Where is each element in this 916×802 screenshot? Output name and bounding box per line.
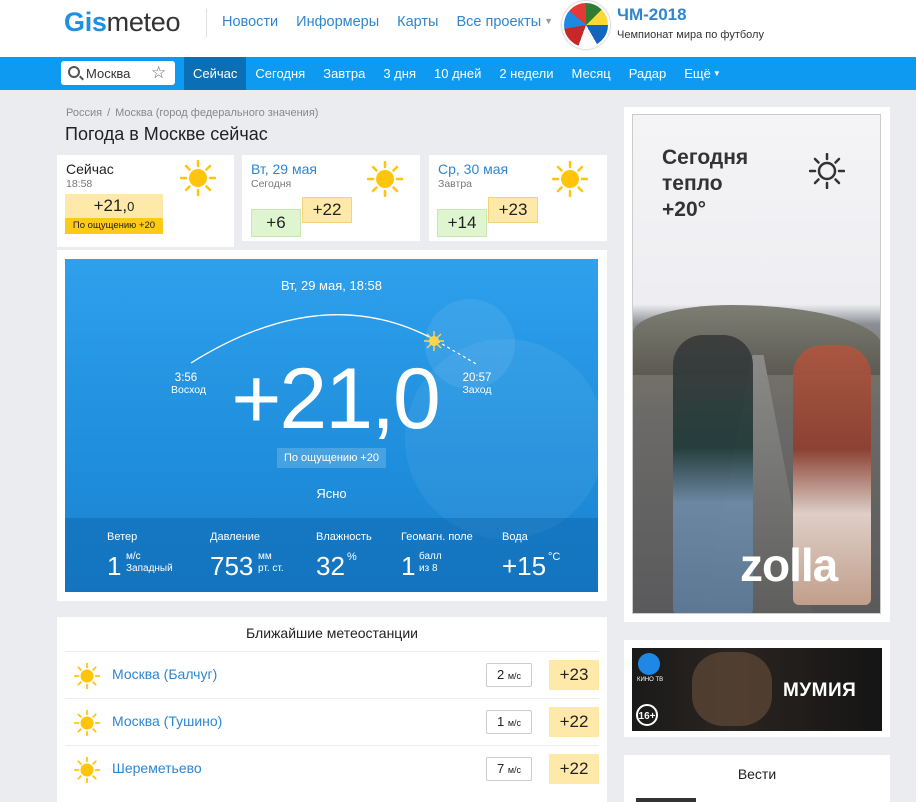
nav-link-news[interactable]: Новости [222,14,278,30]
station-row[interactable]: Москва (Балчуг) 2 м/с +23 [65,651,599,699]
station-row[interactable]: Москва (Тушино) 1 м/с +22 [65,698,599,746]
station-wind: 2 м/с [486,663,532,687]
station-temp: +22 [549,707,599,737]
chevron-down-icon: ▼ [712,69,721,78]
sun-icon [74,757,100,783]
news-thumbnail[interactable] [636,798,696,802]
weather-condition: Ясно [316,486,347,501]
zolla-logo: zolla [740,539,838,591]
forecast-tabs: Сейчас Сегодня Завтра 3 дня 10 дней 2 не… [184,57,730,90]
now-card-title: Сейчас [66,161,114,177]
tomorrow-card-subtitle: Завтра [438,178,473,190]
station-temp: +22 [549,754,599,784]
feels-like: По ощущению +20 [277,448,386,468]
world-cup-link[interactable]: ЧМ-2018 [617,5,687,25]
movie-title: МУМИЯ [783,680,857,701]
sun-icon [180,160,216,196]
geomagnetic-value: 1 [401,551,416,581]
weather-stats: Ветер 1 м/с Западный Давление 753 мм рт. с… [65,518,598,592]
now-card-time: 18:58 [66,178,93,190]
tab-now[interactable]: Сейчас [184,57,247,90]
today-card-subtitle: Сегодня [251,178,292,190]
nav-link-all-projects[interactable]: Все проекты ▼ [456,14,553,30]
water-value: +15 [502,551,547,581]
sun-icon [74,663,100,689]
station-row[interactable]: Шереметьево 7 м/с +22 [65,745,599,793]
stat-humidity: Влажность 32 % [316,531,372,581]
site-header: Gismeteo Новости Информеры Карты Все про… [0,0,916,57]
news-widget-title[interactable]: Вести [624,766,890,782]
pressure-value: 753 [210,551,254,581]
stations-header: Ближайшие метеостанции [246,625,418,641]
today-min-temp: +6 [251,209,301,237]
search-box: ☆ [61,61,175,85]
current-temperature: +21,0 [231,351,441,447]
sun-icon [367,161,403,197]
stat-water: Вода +15 °C [502,531,561,581]
breadcrumb-moscow[interactable]: Москва (город федерального значения) [115,107,318,119]
breadcrumb: Россия / Москва (город федерального значен… [66,107,319,119]
breadcrumb-russia[interactable]: Россия [66,107,102,119]
station-wind: 7 м/с [486,757,532,781]
gismeteo-logo[interactable]: Gismeteo [64,6,180,38]
sunrise-time: 3:56 [174,372,198,384]
nav-link-maps[interactable]: Карты [397,14,438,30]
sunset-time: 20:57 [462,372,492,384]
star-icon[interactable]: ☆ [151,62,166,84]
search-icon [68,66,80,78]
station-name[interactable]: Москва (Балчуг) [112,666,217,682]
search-input[interactable] [86,64,148,82]
humidity-value: 32 [316,551,345,581]
tab-more[interactable]: Ещё ▼ [675,57,730,90]
sun-icon [552,161,588,197]
tomorrow-card-title: Ср, 30 мая [438,161,509,177]
kino-tv-label: КИНО ТВ [637,677,664,683]
sunset-label: Заход [462,384,492,396]
nearest-stations: Ближайшие метеостанции Москва (Балчуг) 2… [57,617,607,802]
football-icon[interactable] [562,1,610,49]
today-max-temp: +22 [302,197,352,223]
sun-outline-icon [809,153,845,189]
stat-pressure: Давление 753 мм рт. ст. [210,531,284,581]
tab-today[interactable]: Сегодня [246,57,314,90]
today-card-title: Вт, 29 мая [251,161,317,177]
world-cup-subtitle: Чемпионат мира по футболу [617,29,764,41]
tab-month[interactable]: Месяц [563,57,620,90]
wind-value: 1 [107,551,122,581]
tab-10-days[interactable]: 10 дней [425,57,490,90]
station-wind: 1 м/с [486,710,532,734]
chevron-down-icon: ▼ [544,16,554,26]
now-feels-like: По ощущению +20 [65,218,163,234]
age-rating-badge: 16+ [636,704,658,726]
station-temp: +23 [549,660,599,690]
page-title: Погода в Москве сейчас [65,124,268,144]
top-nav: Новости Информеры Карты Все проекты ▼ [222,14,553,30]
tomorrow-min-temp: +14 [437,209,487,237]
tab-radar[interactable]: Радар [620,57,676,90]
sunset: 20:57 Заход [459,372,495,396]
tab-tomorrow[interactable]: Завтра [314,57,374,90]
zolla-ad-text: Сегодня тепло +20° [662,146,749,221]
stat-wind: Ветер 1 м/с Западный [107,531,173,581]
station-name[interactable]: Москва (Тушино) [112,713,222,729]
forecast-nav-bar: ☆ Сейчас Сегодня Завтра 3 дня 10 дней 2 … [0,57,916,90]
nav-link-informers[interactable]: Информеры [296,14,379,30]
tab-3-days[interactable]: 3 дня [374,57,425,90]
sunrise: 3:56 Восход [171,372,206,396]
station-name[interactable]: Шереметьево [112,760,202,776]
current-weather-hero: Вт, 29 мая, 18:58 3:56 Восход 20:57 Захо… [65,259,598,592]
kino-tv-logo-icon [638,653,660,675]
header-divider [206,9,207,37]
sunrise-label: Восход [171,384,206,396]
sun-icon [74,710,100,736]
tab-2-weeks[interactable]: 2 недели [490,57,562,90]
stat-geomagnetic: Геомагн. поле 1 балл из 8 [401,531,473,581]
tomorrow-max-temp: +23 [488,197,538,223]
now-temperature: +21,0 [65,194,163,218]
